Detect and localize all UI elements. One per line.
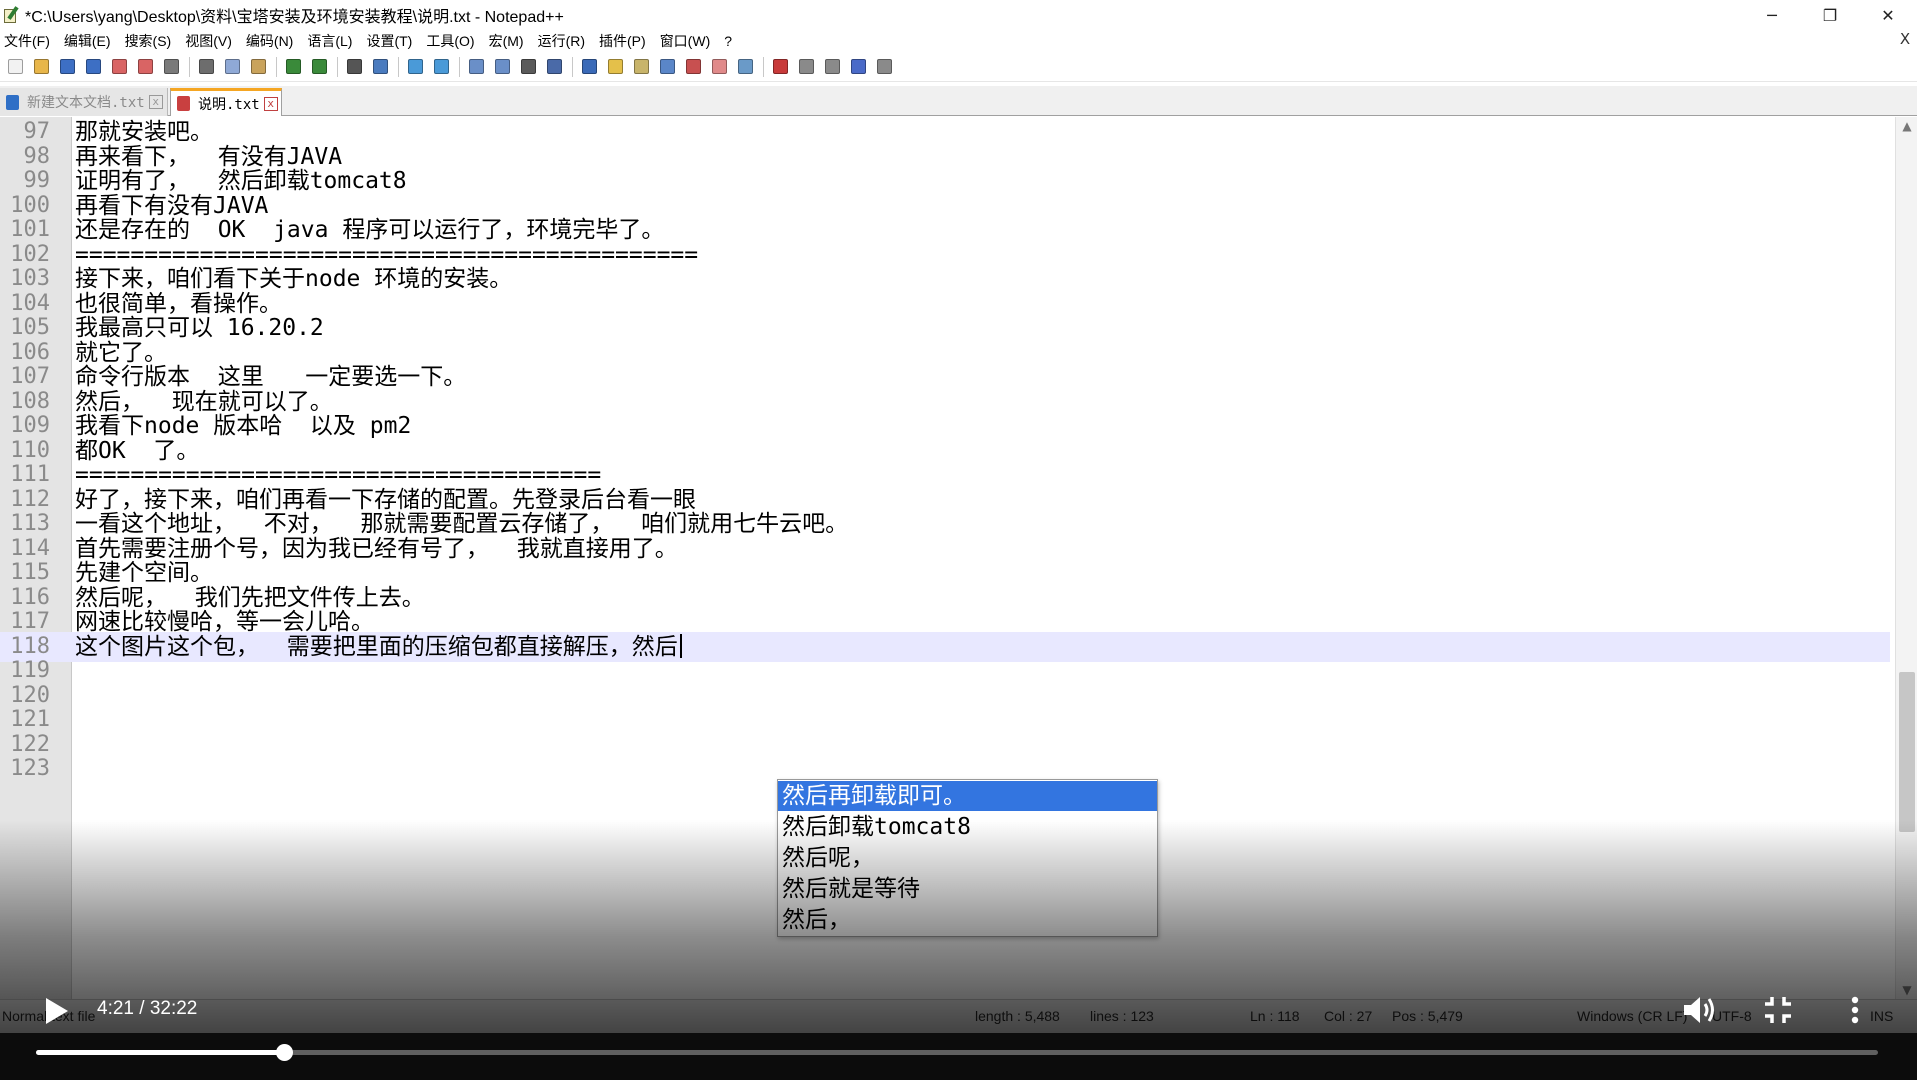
menu-item-0[interactable]: 文件(F) bbox=[4, 31, 50, 51]
toolbar-separator bbox=[763, 56, 764, 77]
tab-new-text-document[interactable]: 新建文本文档.txt x bbox=[0, 88, 168, 116]
autocomplete-item[interactable]: 然后卸载tomcat8 bbox=[778, 812, 1157, 842]
tab-close-icon[interactable]: x bbox=[263, 96, 278, 111]
menu-item-3[interactable]: 视图(V) bbox=[185, 31, 232, 51]
scrollbar-thumb[interactable] bbox=[1899, 672, 1915, 832]
tab-bar: 新建文本文档.txt x 说明.txt x bbox=[0, 86, 1917, 116]
tab-label: 新建文本文档.txt bbox=[27, 95, 145, 111]
monitoring-icon[interactable] bbox=[734, 56, 756, 78]
play-icon[interactable] bbox=[46, 996, 72, 1026]
menu-item-4[interactable]: 编码(N) bbox=[246, 31, 293, 51]
toolbar-separator bbox=[459, 56, 460, 77]
volume-icon[interactable] bbox=[1682, 994, 1718, 1026]
tab-label: 说明.txt bbox=[198, 96, 260, 113]
menu-item-12[interactable]: ? bbox=[724, 33, 732, 49]
new-file-icon[interactable] bbox=[4, 56, 26, 78]
doc-list-icon[interactable] bbox=[656, 56, 678, 78]
autocomplete-item[interactable]: 然后， bbox=[778, 905, 1157, 935]
exit-fullscreen-icon[interactable] bbox=[1762, 994, 1794, 1026]
stop-record-icon[interactable] bbox=[795, 56, 817, 78]
more-vertical-icon[interactable] bbox=[1845, 994, 1865, 1026]
text-caret bbox=[679, 633, 682, 658]
menu-item-8[interactable]: 宏(M) bbox=[489, 31, 524, 51]
show-all-chars-icon[interactable] bbox=[543, 56, 565, 78]
status-insert-mode: INS bbox=[1870, 1008, 1894, 1024]
folder-workspace-icon[interactable] bbox=[708, 56, 730, 78]
autocomplete-item[interactable]: 然后呢， bbox=[778, 843, 1157, 873]
copy-icon[interactable] bbox=[221, 56, 243, 78]
sync-horizontal-icon[interactable] bbox=[491, 56, 513, 78]
status-lines: lines : 123 bbox=[1090, 1008, 1154, 1024]
menu-item-11[interactable]: 窗口(W) bbox=[660, 31, 711, 51]
vertical-scrollbar[interactable]: ▲ ▼ bbox=[1895, 117, 1917, 999]
toolbar-separator bbox=[572, 56, 573, 77]
udl-icon[interactable] bbox=[604, 56, 626, 78]
redo-icon[interactable] bbox=[308, 56, 330, 78]
tab-close-icon[interactable]: x bbox=[148, 95, 163, 109]
status-line: Ln : 118 bbox=[1250, 1008, 1300, 1024]
toolbar-separator bbox=[276, 56, 277, 77]
word-wrap-icon[interactable] bbox=[517, 56, 539, 78]
find-icon[interactable] bbox=[343, 56, 365, 78]
function-list-icon[interactable] bbox=[682, 56, 704, 78]
menu-item-1[interactable]: 编辑(E) bbox=[64, 31, 111, 51]
close-button[interactable]: ✕ bbox=[1859, 0, 1917, 30]
tab-readme[interactable]: 说明.txt x bbox=[170, 88, 282, 116]
doc-map-icon[interactable] bbox=[630, 56, 652, 78]
title-bar: *C:\Users\yang\Desktop\资料\宝塔安装及环境安装教程\说明… bbox=[0, 0, 1917, 30]
toolbar-separator bbox=[398, 56, 399, 77]
cut-icon[interactable] bbox=[195, 56, 217, 78]
toolbar-separator bbox=[337, 56, 338, 77]
close-icon[interactable] bbox=[108, 56, 130, 78]
menu-item-2[interactable]: 搜索(S) bbox=[125, 31, 172, 51]
scroll-up-icon[interactable]: ▲ bbox=[1896, 119, 1917, 133]
menu-item-5[interactable]: 语言(L) bbox=[307, 31, 352, 51]
seek-progress bbox=[36, 1050, 284, 1055]
run-macro-multiple-icon[interactable] bbox=[847, 56, 869, 78]
window-controls: ─ ❐ ✕ bbox=[1743, 0, 1917, 30]
play-macro-icon[interactable] bbox=[821, 56, 843, 78]
menu-item-10[interactable]: 插件(P) bbox=[599, 31, 646, 51]
sync-vertical-icon[interactable] bbox=[465, 56, 487, 78]
notepad-plus-plus-icon bbox=[3, 6, 19, 24]
seek-handle[interactable] bbox=[276, 1044, 293, 1061]
zoom-out-icon[interactable] bbox=[430, 56, 452, 78]
menu-item-7[interactable]: 工具(O) bbox=[426, 31, 474, 51]
menu-item-9[interactable]: 运行(R) bbox=[538, 31, 585, 51]
save-macro-icon[interactable] bbox=[873, 56, 895, 78]
minimize-button[interactable]: ─ bbox=[1743, 0, 1801, 30]
line-number: 123 bbox=[10, 756, 50, 781]
menu-bar: 文件(F) 编辑(E) 搜索(S) 视图(V) 编码(N) 语言(L) 设置(T) 工具(O)… bbox=[0, 30, 1917, 52]
autocomplete-item[interactable]: 然后再卸载即可。 bbox=[778, 781, 1157, 811]
saved-file-icon bbox=[6, 94, 19, 110]
toolbar-separator bbox=[189, 56, 190, 77]
replace-icon[interactable] bbox=[369, 56, 391, 78]
restore-button[interactable]: ❐ bbox=[1801, 0, 1859, 30]
window-title: *C:\Users\yang\Desktop\资料\宝塔安装及环境安装教程\说明… bbox=[25, 9, 564, 26]
autocomplete-list[interactable]: 然后再卸载即可。 然后卸载tomcat8 然后呢， 然后就是等待 然后， bbox=[777, 779, 1158, 937]
status-length: length : 5,488 bbox=[975, 1008, 1060, 1024]
status-column: Col : 27 bbox=[1324, 1008, 1373, 1024]
status-eol: Windows (CR LF) bbox=[1577, 1008, 1688, 1024]
zoom-in-icon[interactable] bbox=[404, 56, 426, 78]
save-all-icon[interactable] bbox=[82, 56, 104, 78]
record-macro-icon[interactable] bbox=[769, 56, 791, 78]
toolbar bbox=[0, 52, 1917, 82]
menu-item-6[interactable]: 设置(T) bbox=[366, 31, 412, 51]
print-icon[interactable] bbox=[160, 56, 182, 78]
scroll-down-icon[interactable]: ▼ bbox=[1896, 983, 1917, 997]
close-all-icon[interactable] bbox=[134, 56, 156, 78]
playback-time: 4:21 / 32:22 bbox=[97, 998, 198, 1019]
seek-bar[interactable] bbox=[36, 1044, 1878, 1061]
status-position: Pos : 5,479 bbox=[1392, 1008, 1463, 1024]
modified-file-icon bbox=[177, 96, 190, 111]
autocomplete-item[interactable]: 然后就是等待 bbox=[778, 874, 1157, 904]
undo-icon[interactable] bbox=[282, 56, 304, 78]
paste-icon[interactable] bbox=[247, 56, 269, 78]
open-file-icon[interactable] bbox=[30, 56, 52, 78]
indent-guide-icon[interactable] bbox=[578, 56, 600, 78]
save-icon[interactable] bbox=[56, 56, 78, 78]
status-bar: Normal text file length : 5,488 lines : … bbox=[0, 999, 1917, 1033]
